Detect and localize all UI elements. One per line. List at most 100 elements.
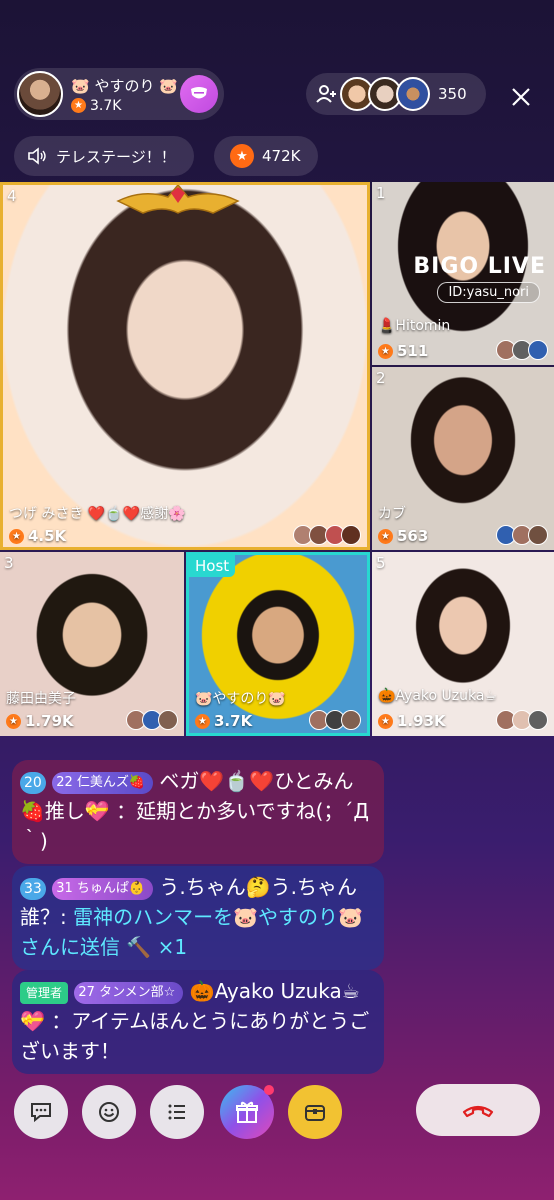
crown-icon (116, 185, 240, 214)
tile-score-value: 1.93K (397, 712, 446, 730)
fan-club-level: 27 (78, 984, 95, 1000)
star-icon: ★ (195, 713, 210, 729)
list-icon (168, 1104, 185, 1120)
host-score-value: 3.7K (90, 97, 122, 114)
fan-club-name: ちゅんぱ👶 (76, 880, 146, 896)
tile-score: ★ 3.7K (195, 712, 252, 730)
stage-title: テレステージ！！ (56, 147, 176, 166)
tile-user-name: カブ (378, 506, 406, 522)
tile-viewer-avatars[interactable] (309, 710, 361, 730)
admin-badge: 管理者 (20, 981, 69, 1004)
video-tile-2[interactable]: 2 カブ ★ 563 (372, 367, 554, 550)
tile-score: ★ 4.5K (9, 527, 66, 545)
fan-club-badge: 31 ちゅんぱ👶 (52, 877, 154, 900)
viewers-count: 350 (438, 85, 467, 103)
viewer-avatar (528, 340, 548, 360)
menu-button[interactable] (150, 1085, 204, 1139)
tile-score: ★ 1.79K (6, 712, 74, 730)
phone-hangup-icon (462, 1105, 494, 1118)
video-tile-host[interactable]: Host 🐷やすのり🐷 ★ 3.7K (186, 552, 370, 736)
tile-score-value: 1.79K (25, 712, 74, 730)
beans-pill[interactable]: ★ 472K (214, 136, 318, 176)
viewers-pill[interactable]: 350 (306, 73, 486, 115)
chat-message[interactable]: 33 31 ちゅんぱ👶 う.ちゃん🤔う.ちゃん誰？: 雷神のハンマーを🐷やすのり… (12, 866, 384, 970)
chat-button[interactable] (14, 1085, 68, 1139)
gift-button[interactable] (220, 1085, 274, 1139)
tile-number: 5 (376, 554, 386, 572)
star-icon: ★ (6, 713, 21, 729)
fan-club-name: 仁美んズ🍓 (76, 774, 146, 790)
tile-viewer-avatars[interactable] (496, 710, 548, 730)
gift-count: ×1 (157, 935, 188, 959)
fan-club-badge: 22 仁美んズ🍓 (52, 771, 154, 794)
host-score: ★ 3.7K (71, 98, 178, 114)
hang-up-button[interactable] (416, 1084, 540, 1136)
tile-viewer-avatars[interactable] (293, 525, 361, 545)
tile-score-value: 3.7K (214, 712, 253, 730)
user-level-badge: 20 (20, 771, 46, 794)
viewer-avatar (528, 710, 548, 730)
smiley-icon (99, 1102, 119, 1122)
viewer-avatar (528, 525, 548, 545)
bigo-live-watermark: BIGO LIVE (413, 254, 546, 279)
tile-number: 1 (376, 184, 386, 202)
fan-club-level: 22 (56, 774, 73, 790)
emoji-button[interactable] (82, 1085, 136, 1139)
message-icon (31, 1103, 51, 1123)
video-tile-3[interactable]: 3 藤田由美子 ★ 1.79K (0, 552, 184, 736)
fan-club-level: 31 (56, 880, 73, 896)
tile-score-value: 563 (397, 527, 429, 545)
tile-score-value: 511 (397, 342, 429, 360)
star-icon: ★ (378, 528, 393, 544)
tile-user-name: 🐷やすのり🐷 (195, 691, 286, 707)
host-profile-pill[interactable]: 🐷 やすのり 🐷 ★ 3.7K (14, 68, 224, 120)
video-tile-4[interactable]: 4 つげ みさき ❤️🍵❤️感謝🌸 ★ 4.5K (0, 182, 370, 550)
chat-message[interactable]: 20 22 仁美んズ🍓 ベガ❤️🍵❤️ひとみん🍓推し💝 ：延期とか多いですね(；… (12, 760, 384, 864)
tile-user-name: 💄Hitomin (378, 318, 451, 334)
star-icon: ★ (230, 144, 254, 168)
tile-score: ★ 563 (378, 527, 428, 545)
host-avatar[interactable] (17, 71, 63, 117)
treasure-chest-icon (305, 1105, 325, 1121)
fan-club-badge: 27 タンメン部☆ (74, 981, 184, 1004)
tile-user-name: 🎃Ayako Uzuka☕ (378, 688, 498, 704)
tile-viewer-avatars[interactable] (496, 340, 548, 360)
tile-user-name: つげ みさき ❤️🍵❤️感謝🌸 (9, 506, 186, 522)
chat-text: ：アイテムほんとうにありがとうございます！ (20, 1009, 370, 1063)
beans-count: 472K (262, 147, 301, 165)
video-tile-5[interactable]: 5 🎃Ayako Uzuka☕ ★ 1.93K (372, 552, 554, 736)
viewer-avatar[interactable] (396, 77, 430, 111)
stage-title-pill[interactable]: テレステージ！！ (14, 136, 194, 176)
viewer-avatar (158, 710, 178, 730)
close-icon[interactable] (506, 82, 536, 112)
mask-icon (191, 87, 207, 99)
notification-dot (264, 1085, 274, 1095)
tile-score-value: 4.5K (28, 527, 67, 545)
treasure-box-button[interactable] (288, 1085, 342, 1139)
tile-score: ★ 511 (378, 342, 428, 360)
tile-number: 3 (4, 554, 14, 572)
follow-button[interactable] (180, 75, 218, 113)
star-icon: ★ (9, 528, 24, 544)
tile-number: 4 (7, 187, 17, 205)
speaker-icon (28, 147, 46, 165)
tile-user-name: 藤田由美子 (6, 691, 76, 707)
star-icon: ★ (378, 713, 393, 729)
tile-viewer-avatars[interactable] (126, 710, 178, 730)
star-icon: ★ (378, 343, 393, 359)
fan-club-name: タンメン部☆ (99, 984, 176, 1000)
tile-number: 2 (376, 369, 386, 387)
star-icon: ★ (71, 98, 86, 113)
chat-message[interactable]: 管理者 27 タンメン部☆ 🎃Ayako Uzuka☕💝 ：アイテムほんとうにあ… (12, 970, 384, 1074)
bigo-id-label: ID:yasu_nori (437, 282, 540, 303)
host-name: 🐷 やすのり 🐷 (71, 76, 178, 95)
tile-score: ★ 1.93K (378, 712, 446, 730)
viewer-avatar (341, 525, 361, 545)
user-level-badge: 33 (20, 877, 46, 900)
gift-icon (236, 1101, 258, 1123)
tile-viewer-avatars[interactable] (496, 525, 548, 545)
video-tile-1[interactable]: 1 BIGO LIVE ID:yasu_nori 💄Hitomin ★ 511 (372, 182, 554, 365)
viewer-avatar (341, 710, 361, 730)
hammer-icon: 🔨 (126, 935, 152, 959)
host-tag: Host (189, 555, 236, 577)
